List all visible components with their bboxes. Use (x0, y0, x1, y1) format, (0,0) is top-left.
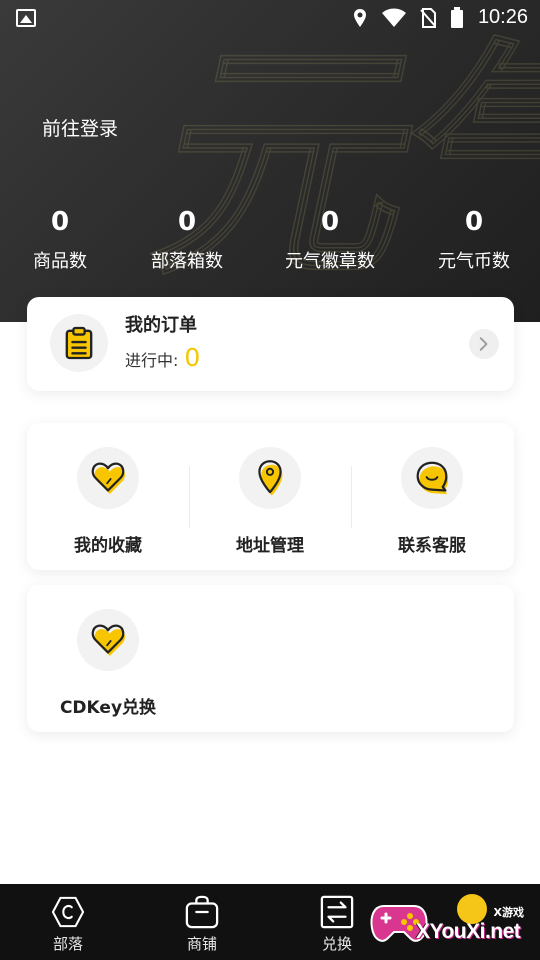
watermark-text: XYouXi.net (416, 920, 521, 943)
customer-service-label: 联系客服 (398, 536, 466, 556)
no-sim-icon (420, 7, 436, 28)
location-pin-icon (239, 447, 301, 509)
address-management-label: 地址管理 (236, 536, 304, 556)
cdkey-redeem-button[interactable]: CDKey兑换 (27, 609, 189, 718)
stat-tribe-boxes-label: 部落箱数 (151, 251, 223, 272)
hexagon-icon (18, 894, 118, 930)
wifi-icon (381, 8, 406, 27)
background-decoration: 元气 (134, 17, 540, 310)
stat-coins-label: 元气币数 (438, 251, 510, 272)
image-notification-icon (16, 9, 36, 27)
heart-icon (77, 447, 139, 509)
battery-icon (450, 6, 463, 28)
nav-tribe[interactable]: 部落 (18, 894, 118, 954)
stat-products[interactable]: 0 商品数 (20, 205, 100, 273)
address-management-button[interactable]: 地址管理 (189, 447, 351, 556)
profile-header: 元气 10:26 前往登录 0 商品数 0 部落箱数 0 元气徽章数 0 元气币… (0, 0, 540, 322)
stat-tribe-boxes[interactable]: 0 部落箱数 (137, 205, 237, 273)
clock: 10:26 (477, 6, 528, 28)
stat-badges-label: 元气徽章数 (285, 251, 375, 272)
heart-icon (77, 609, 139, 671)
orders-title: 我的订单 (125, 315, 197, 336)
stat-coins[interactable]: 0 元气币数 (428, 205, 520, 273)
nav-tribe-label: 部落 (52, 935, 83, 953)
services-card: 我的收藏 地址管理 联系客服 (27, 423, 514, 570)
clipboard-icon (50, 314, 108, 372)
chevron-right-icon[interactable] (469, 329, 499, 359)
status-bar: 10:26 (0, 0, 540, 36)
nav-shop[interactable]: 商铺 (152, 894, 252, 954)
location-status-icon (353, 8, 366, 27)
watermark-small-text: X游戏 (491, 904, 526, 920)
stat-coins-value: 0 (464, 207, 484, 237)
favorites-button[interactable]: 我的收藏 (27, 447, 189, 556)
in-progress-count: 0 (184, 343, 201, 372)
stat-badges[interactable]: 0 元气徽章数 (275, 205, 385, 273)
watermark: X游戏 XYouXi.net (368, 892, 540, 956)
shop-bag-icon (152, 894, 252, 930)
stat-badges-value: 0 (320, 207, 340, 237)
chat-bubble-icon (401, 447, 463, 509)
nav-shop-label: 商铺 (186, 935, 217, 953)
my-orders-card[interactable]: 我的订单 进行中: 0 (27, 297, 514, 391)
cdkey-card: CDKey兑换 (27, 585, 514, 732)
favorites-label: 我的收藏 (74, 536, 142, 556)
login-link[interactable]: 前往登录 (42, 114, 118, 141)
stat-products-label: 商品数 (33, 251, 87, 272)
customer-service-button[interactable]: 联系客服 (351, 447, 513, 556)
cdkey-label: CDKey兑换 (59, 698, 157, 718)
orders-in-progress: 进行中: 0 (125, 343, 200, 372)
stat-tribe-boxes-value: 0 (177, 207, 197, 237)
stat-products-value: 0 (50, 207, 70, 237)
in-progress-label: 进行中: (125, 351, 179, 370)
